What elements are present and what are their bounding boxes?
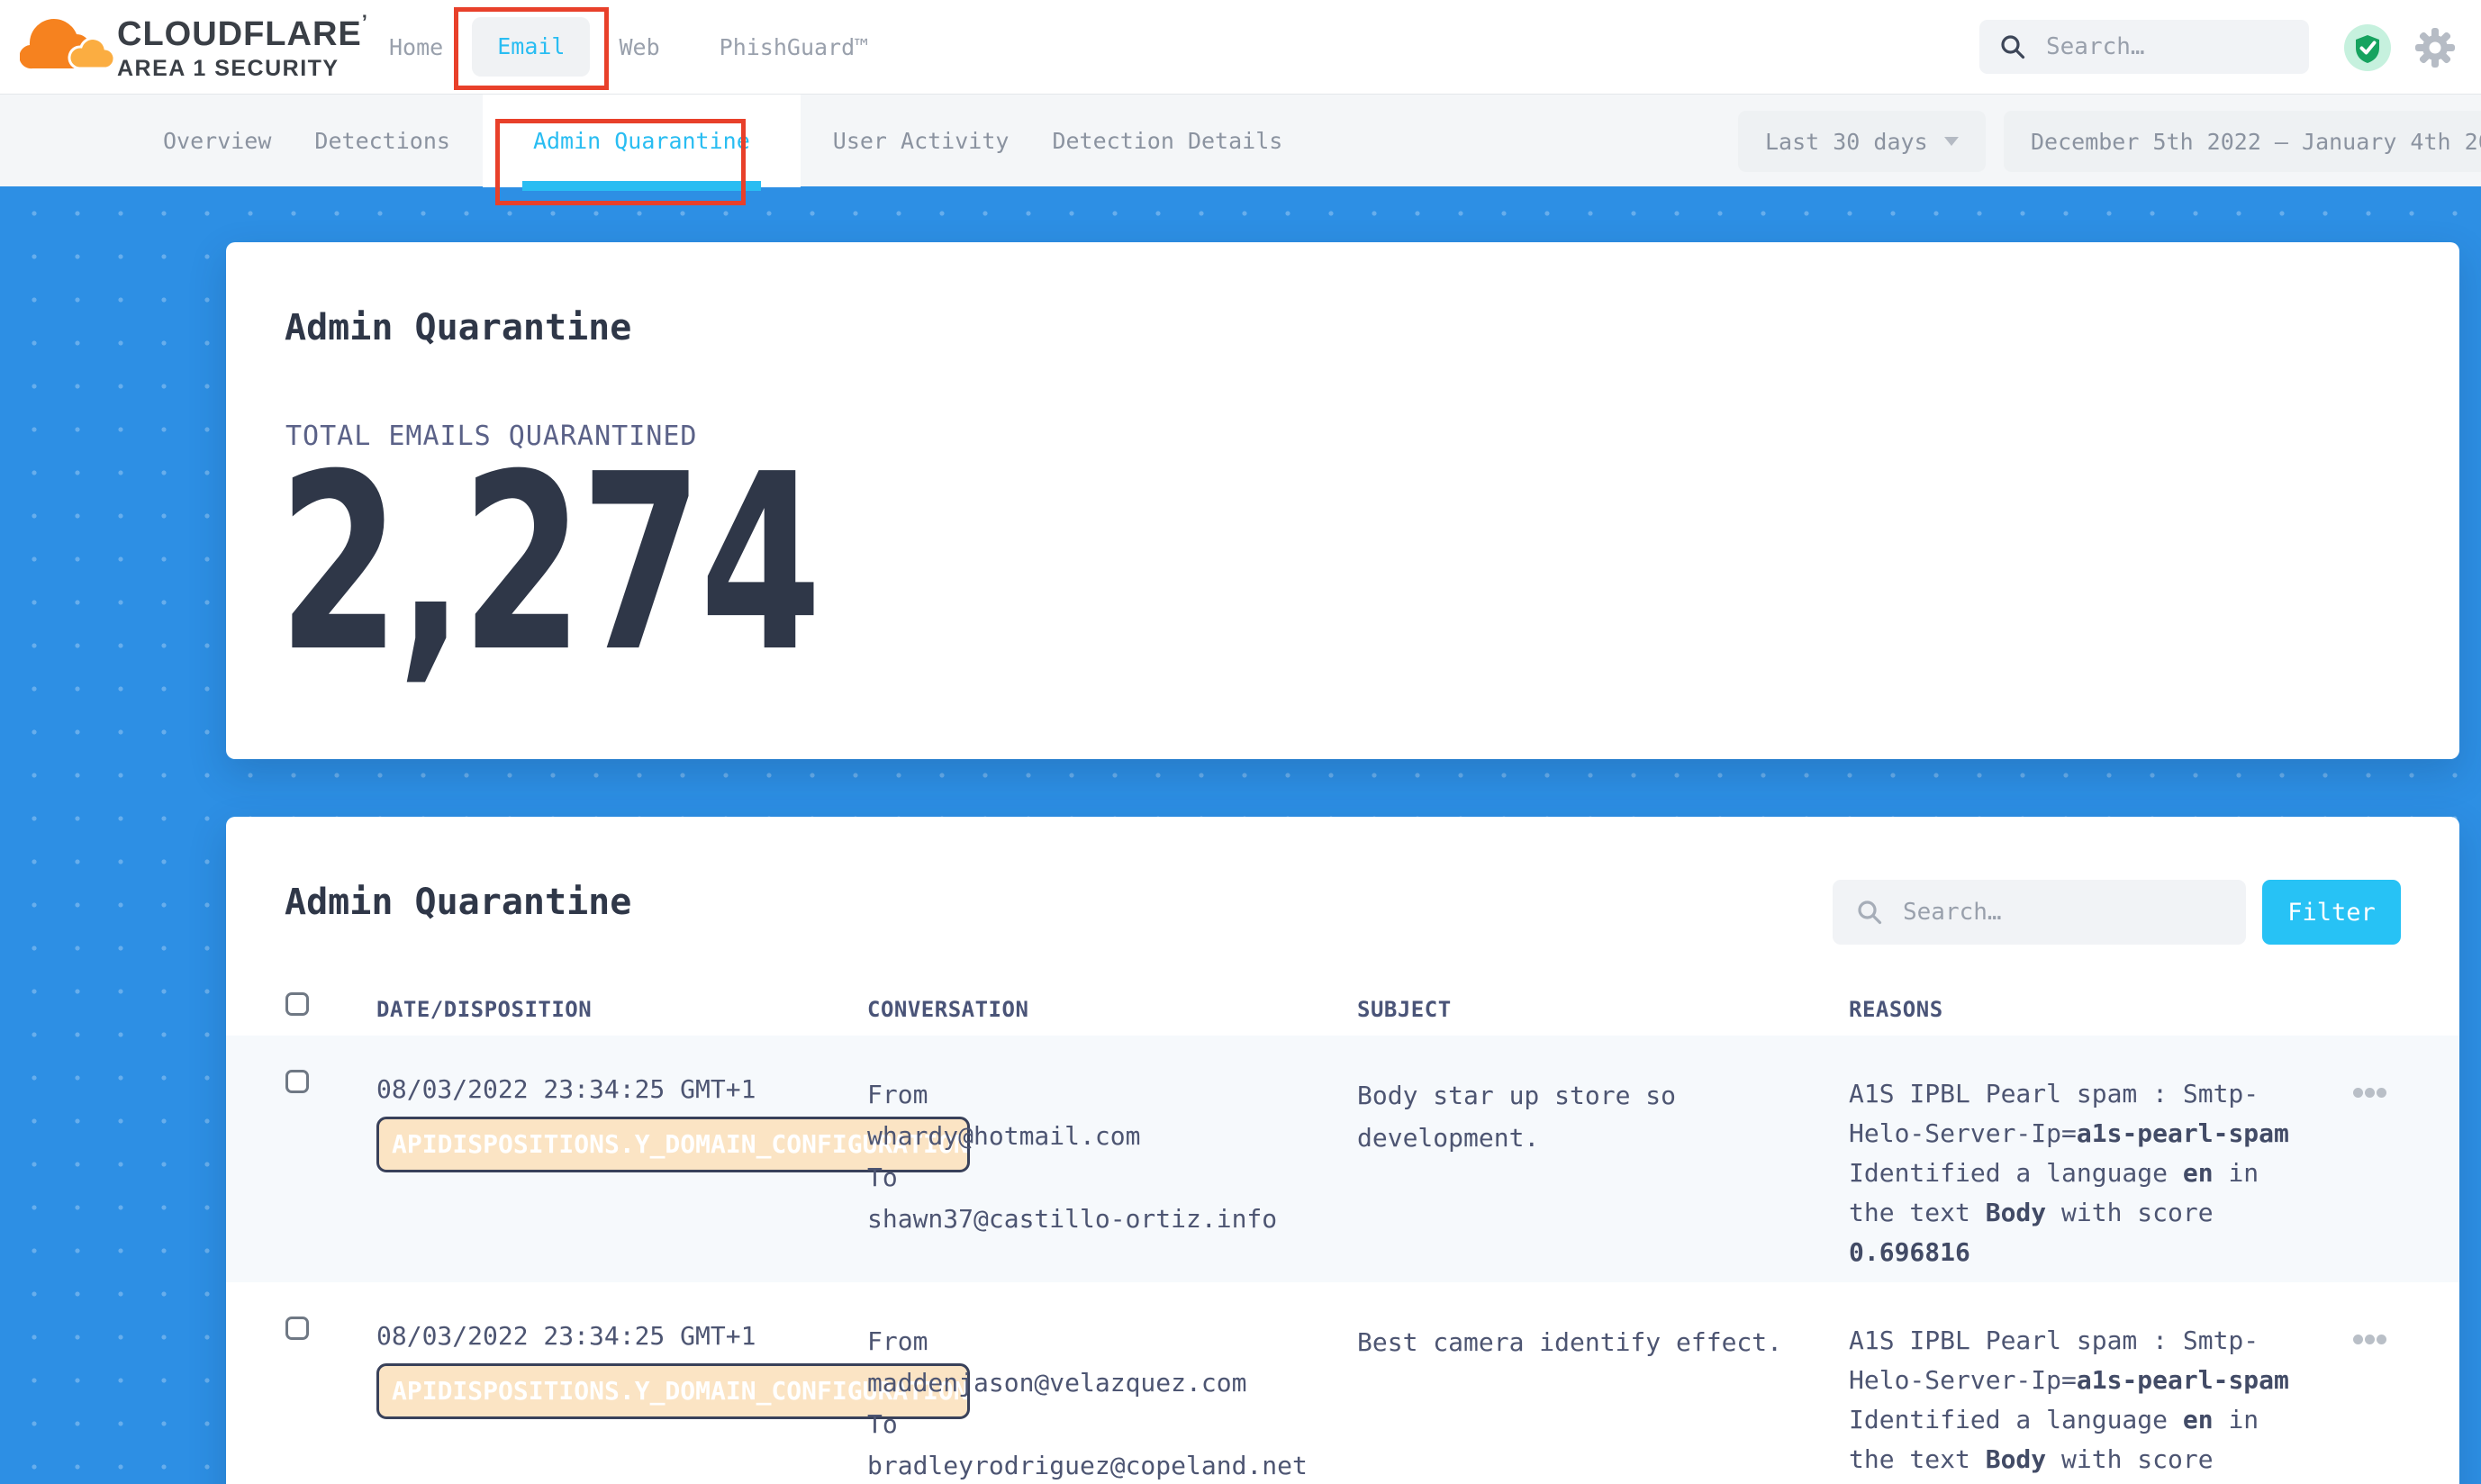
- global-search-placeholder: Search…: [2046, 33, 2145, 60]
- cell-reasons: A1S IPBL Pearl spam : Smtp-Helo-Server-I…: [1849, 1321, 2308, 1484]
- cell-conversation: From maddenjason@velazquez.com To bradle…: [867, 1321, 1354, 1484]
- row-checkbox[interactable]: [285, 1317, 309, 1340]
- brand[interactable]: CLOUDFLARE’ AREA 1 SECURITY: [20, 9, 368, 83]
- metric-value: 2,274: [278, 442, 819, 685]
- to-label: To: [867, 1157, 1354, 1199]
- from-label: From: [867, 1321, 1354, 1362]
- table-search-placeholder: Search…: [1903, 899, 2002, 926]
- date-range-label: December 5th 2022 — January 4th 2023: [2031, 129, 2481, 155]
- sub-nav-bar: OverviewDetectionsAdmin QuarantineUser A…: [0, 94, 2481, 186]
- top-nav-item-web[interactable]: Web: [619, 34, 659, 60]
- brand-line1: CLOUDFLARE’: [117, 11, 368, 54]
- from-address: maddenjason@velazquez.com: [867, 1362, 1354, 1404]
- screen: CLOUDFLARE’ AREA 1 SECURITY HomeEmailWeb…: [0, 0, 2481, 1484]
- search-icon: [1999, 33, 2026, 60]
- annotation-admin-quarantine-highlight: [495, 119, 746, 205]
- quarantine-table-card: Admin Quarantine Search… Filter DATE/DIS…: [226, 817, 2459, 1484]
- table-row[interactable]: 08/03/2022 23:34:25 GMT+1 APIDISPOSITION…: [226, 1036, 2459, 1282]
- row-checkbox[interactable]: [285, 1070, 309, 1093]
- brand-line2: AREA 1 SECURITY: [117, 56, 368, 82]
- summary-card-title: Admin Quarantine: [285, 307, 631, 348]
- cell-conversation: From whardy@hotmail.com To shawn37@casti…: [867, 1074, 1354, 1240]
- to-address: bradleyrodriguez@copeland.net: [867, 1445, 1354, 1484]
- top-nav-item-phishguard[interactable]: PhishGuard™: [720, 34, 869, 60]
- to-label: To: [867, 1404, 1354, 1445]
- column-header-conversation: CONVERSATION: [867, 997, 1028, 1022]
- row-actions-menu-icon[interactable]: [2353, 1335, 2386, 1344]
- main-canvas: Admin Quarantine TOTAL EMAILS QUARANTINE…: [0, 186, 2481, 1484]
- chevron-down-icon: [1944, 137, 1959, 146]
- table-card-title: Admin Quarantine: [285, 882, 631, 923]
- select-all-checkbox[interactable]: [285, 992, 309, 1016]
- search-icon: [1856, 899, 1883, 926]
- sub-nav-item-overview[interactable]: Overview: [152, 95, 282, 187]
- to-address: shawn37@castillo-ortiz.info: [867, 1199, 1354, 1240]
- brand-text: CLOUDFLARE’ AREA 1 SECURITY: [117, 11, 368, 82]
- cell-date: 08/03/2022 23:34:25 GMT+1: [376, 1321, 756, 1351]
- sub-nav-item-detections[interactable]: Detections: [303, 95, 461, 187]
- period-dropdown-label: Last 30 days: [1765, 129, 1928, 155]
- brand-trademark: ’: [362, 11, 368, 33]
- from-label: From: [867, 1074, 1354, 1116]
- top-nav-item-home[interactable]: Home: [389, 34, 443, 60]
- column-header-reasons: REASONS: [1849, 997, 1943, 1022]
- column-header-subject: SUBJECT: [1357, 997, 1452, 1022]
- cell-subject: Best camera identify effect.: [1357, 1321, 1848, 1363]
- settings-gear-icon[interactable]: [2412, 24, 2458, 71]
- top-bar: CLOUDFLARE’ AREA 1 SECURITY HomeEmailWeb…: [0, 0, 2481, 94]
- filter-button[interactable]: Filter: [2262, 880, 2401, 945]
- from-address: whardy@hotmail.com: [867, 1116, 1354, 1157]
- cloudflare-logo-icon: [20, 9, 113, 83]
- protection-status-shield-icon[interactable]: [2344, 24, 2391, 71]
- table-rows: 08/03/2022 23:34:25 GMT+1 APIDISPOSITION…: [226, 1036, 2459, 1484]
- sub-nav-item-detection-details[interactable]: Detection Details: [1041, 95, 1293, 187]
- summary-card: Admin Quarantine TOTAL EMAILS QUARANTINE…: [226, 242, 2459, 759]
- cell-date: 08/03/2022 23:34:25 GMT+1: [376, 1074, 756, 1104]
- cell-subject: Body star up store so development.: [1357, 1074, 1848, 1159]
- cell-reasons: A1S IPBL Pearl spam : Smtp-Helo-Server-I…: [1849, 1074, 2308, 1272]
- period-dropdown[interactable]: Last 30 days: [1738, 111, 1986, 172]
- annotation-email-highlight: [454, 7, 609, 90]
- column-header-date: DATE/DISPOSITION: [376, 997, 592, 1022]
- global-search-input[interactable]: Search…: [1979, 20, 2309, 74]
- table-search-input[interactable]: Search…: [1833, 880, 2246, 945]
- date-range-picker[interactable]: December 5th 2022 — January 4th 2023: [2004, 111, 2481, 172]
- sub-nav-item-user-activity[interactable]: User Activity: [822, 95, 1020, 187]
- row-actions-menu-icon[interactable]: [2353, 1088, 2386, 1098]
- table-row[interactable]: 08/03/2022 23:34:25 GMT+1 APIDISPOSITION…: [226, 1282, 2459, 1484]
